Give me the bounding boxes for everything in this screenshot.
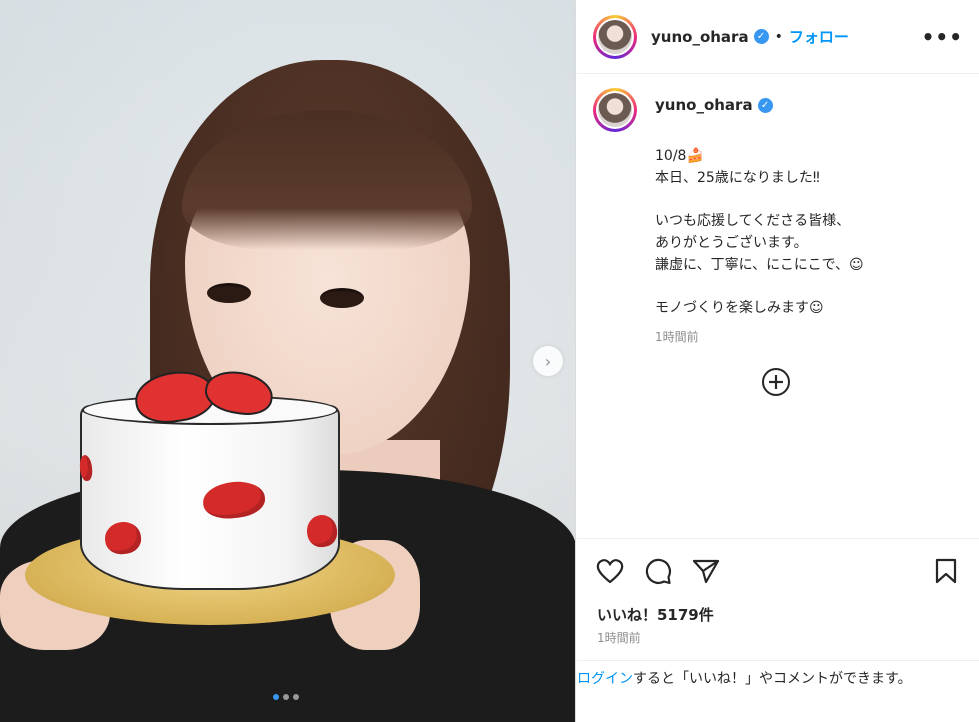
verified-badge-icon: ✓ bbox=[757, 97, 773, 113]
avatar-image bbox=[598, 93, 632, 127]
avatar-frame bbox=[596, 91, 634, 129]
photo-eye-right bbox=[320, 288, 364, 308]
carousel-indicator bbox=[273, 694, 299, 700]
post-sidebar: yuno_ohara ✓ • フォロー ••• yuno_ohara ✓ 10/… bbox=[577, 0, 979, 722]
caption-avatar[interactable] bbox=[593, 88, 637, 132]
follow-button[interactable]: フォロー bbox=[789, 26, 849, 47]
comment-icon[interactable] bbox=[643, 556, 673, 586]
caption-username-row: yuno_ohara ✓ bbox=[655, 96, 864, 114]
carousel-dot bbox=[293, 694, 299, 700]
avatar-frame bbox=[596, 17, 634, 56]
share-icon[interactable] bbox=[691, 556, 721, 586]
chevron-right-icon: › bbox=[544, 351, 552, 371]
avatar[interactable] bbox=[593, 14, 637, 59]
caption-timestamp[interactable]: 1時間前 bbox=[655, 328, 864, 345]
login-prompt: ログインすると「いいね！」やコメントができます。 bbox=[577, 660, 979, 722]
plus-circle-icon[interactable] bbox=[762, 368, 790, 396]
caption-username-link[interactable]: yuno_ohara bbox=[655, 96, 753, 114]
caption-area: yuno_ohara ✓ 10/8🍰 本日、25歳になりました‼︎ いつも応援し… bbox=[577, 74, 979, 536]
caption-body: yuno_ohara ✓ 10/8🍰 本日、25歳になりました‼︎ いつも応援し… bbox=[655, 96, 864, 345]
action-bar bbox=[577, 538, 979, 602]
bookmark-icon[interactable] bbox=[931, 556, 961, 586]
separator-dot: • bbox=[774, 28, 783, 45]
avatar-image bbox=[598, 19, 632, 54]
likes-count[interactable]: いいね！5179件 bbox=[597, 604, 714, 625]
verified-badge-icon: ✓ bbox=[753, 29, 769, 44]
photo-eye-left bbox=[207, 283, 251, 303]
more-options-icon[interactable]: ••• bbox=[922, 25, 963, 49]
carousel-dot bbox=[273, 694, 279, 700]
post-header: yuno_ohara ✓ • フォロー ••• bbox=[577, 0, 979, 74]
login-prompt-text: すると「いいね！」やコメントができます。 bbox=[633, 671, 912, 687]
carousel-next-button[interactable]: › bbox=[533, 346, 563, 376]
login-link[interactable]: ログイン bbox=[577, 671, 633, 687]
heart-icon[interactable] bbox=[595, 556, 625, 586]
caption-text: 10/8🍰 本日、25歳になりました‼︎ いつも応援してくださる皆様、 ありがと… bbox=[655, 148, 864, 316]
post-timestamp[interactable]: 1時間前 bbox=[597, 629, 641, 646]
username-link[interactable]: yuno_ohara bbox=[651, 28, 749, 46]
post-media[interactable]: › bbox=[0, 0, 576, 722]
carousel-dot bbox=[283, 694, 289, 700]
caption-row: yuno_ohara ✓ 10/8🍰 本日、25歳になりました‼︎ いつも応援し… bbox=[593, 88, 963, 345]
caption-avatar-wrap bbox=[593, 88, 637, 345]
